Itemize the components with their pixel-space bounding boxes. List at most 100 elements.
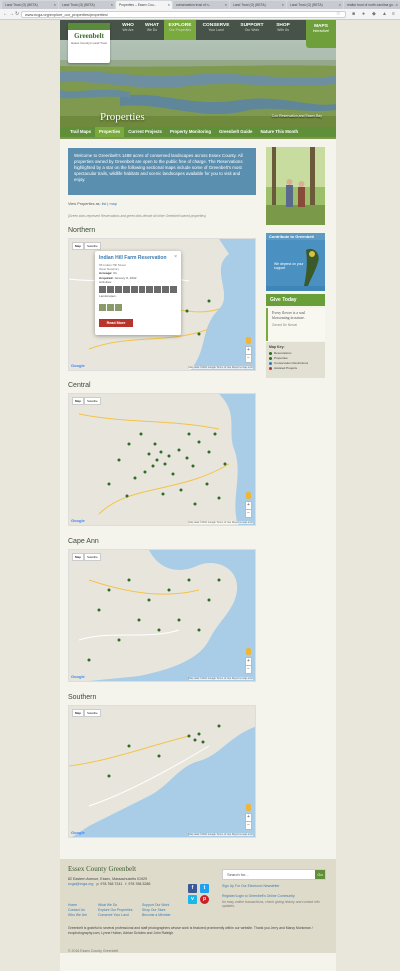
contribute-heading: Contribute to Greenbelt bbox=[266, 233, 325, 240]
view-list-link[interactable]: list bbox=[102, 202, 107, 206]
map-central[interactable]: Map Satellite + − Google Map data ©2016 … bbox=[68, 393, 256, 526]
pegman-icon[interactable] bbox=[246, 492, 251, 499]
zoom-out-button[interactable]: − bbox=[245, 821, 252, 830]
subnav-nature-this-month[interactable]: Nature This Month bbox=[256, 127, 302, 137]
map-attribution: Map data ©2016 Google Terms of Use Repor… bbox=[188, 521, 253, 524]
twitter-icon[interactable]: t bbox=[200, 884, 209, 893]
reservation-star-icon bbox=[269, 352, 272, 355]
browser-tab[interactable]: Land Trust (O) (BETA) × bbox=[59, 1, 115, 9]
close-icon[interactable]: × bbox=[339, 1, 341, 9]
zoom-out-button[interactable]: − bbox=[245, 665, 252, 674]
fax-number: f. 978.768.3286 bbox=[125, 882, 151, 886]
reload-icon[interactable]: ↻ bbox=[15, 11, 19, 17]
close-icon[interactable]: × bbox=[111, 1, 113, 9]
email-link[interactable]: ecga@ecga.org bbox=[68, 882, 93, 886]
map-type-satellite-button[interactable]: Satellite bbox=[84, 242, 101, 250]
close-icon[interactable]: × bbox=[396, 1, 398, 9]
nav-sublabel: Your Land bbox=[208, 28, 224, 32]
footer-org-name: Essex County Greenbelt bbox=[68, 865, 137, 873]
nav-what-we-do[interactable]: WHAT We Do bbox=[140, 23, 164, 33]
give-today-button[interactable]: Give Today bbox=[266, 294, 325, 306]
view-toggle: View Properties as: list | map bbox=[68, 202, 117, 206]
footer-link-member[interactable]: Become a Member bbox=[142, 913, 182, 918]
browser-tab-active[interactable]: Properties – Essex Cou... × bbox=[116, 1, 172, 9]
zoom-out-button[interactable]: − bbox=[245, 509, 252, 518]
footer-link-who-we-are[interactable]: Who We Are bbox=[68, 913, 98, 918]
quote-author: Gerard De Nerval bbox=[272, 323, 297, 328]
read-more-button[interactable]: Read More bbox=[99, 319, 133, 327]
zoom-out-button[interactable]: − bbox=[245, 354, 252, 363]
newsletter-row: Sign Up For Our Electronic Newsletter bbox=[222, 884, 279, 888]
browser-tab[interactable]: Land Trust (O) (BETA) × bbox=[230, 1, 286, 9]
menu-icon[interactable]: ≡ bbox=[392, 11, 395, 17]
logo-bar bbox=[68, 23, 110, 30]
browser-tab[interactable]: realtor trust of north carolina go... × bbox=[344, 1, 400, 9]
search-go-button[interactable]: Go bbox=[315, 870, 325, 879]
pegman-icon[interactable] bbox=[246, 648, 251, 655]
map-canvas[interactable] bbox=[69, 394, 256, 526]
contribute-banner[interactable]: Contribute to Greenbelt We depend on you… bbox=[266, 233, 325, 291]
subnav-current-projects[interactable]: Current Projects bbox=[124, 127, 166, 137]
browser-tab[interactable]: Land Trust (O) (BETA) × bbox=[287, 1, 343, 9]
nav-support[interactable]: SUPPORT Our Work bbox=[236, 23, 268, 33]
map-type-satellite-button[interactable]: Satellite bbox=[84, 709, 101, 717]
map-type-map-button[interactable]: Map bbox=[72, 553, 84, 561]
map-cape-ann[interactable]: Map Satellite + − Google Map data ©2016 … bbox=[68, 549, 256, 682]
map-type-map-button[interactable]: Map bbox=[72, 397, 84, 405]
back-icon[interactable]: ← bbox=[3, 11, 8, 17]
browser-tab[interactable]: Land Trust (O) (BETA) × bbox=[2, 1, 58, 9]
region-heading-southern: Southern bbox=[68, 694, 97, 701]
map-northern[interactable]: Map Satellite + − Google Map data ©2016 … bbox=[68, 238, 256, 371]
browser-tab-bar: Land Trust (O) (BETA) × Land Trust (O) (B… bbox=[0, 0, 400, 9]
newsletter-link[interactable]: Sign Up For Our Electronic Newsletter bbox=[222, 884, 279, 888]
subnav-properties[interactable]: Properties bbox=[95, 127, 125, 137]
close-icon[interactable]: × bbox=[225, 1, 227, 9]
extension-icon[interactable]: ◆ bbox=[372, 11, 376, 17]
url-input[interactable]: www.ecga.org/explore_our_properties/prop… bbox=[21, 11, 346, 18]
forest-icon bbox=[107, 304, 114, 311]
subnav-trail-maps[interactable]: Trail Maps bbox=[66, 127, 95, 137]
footer-link-conserve[interactable]: Conserve Your Land bbox=[98, 913, 142, 918]
site-logo[interactable]: Greenbelt Essex County's Land Trust bbox=[68, 23, 110, 63]
map-type-map-button[interactable]: Map bbox=[72, 242, 84, 250]
map-canvas[interactable] bbox=[69, 706, 256, 838]
map-southern[interactable]: Map Satellite + − Google Map data ©2016 … bbox=[68, 705, 256, 838]
nav-sublabel: Our Work bbox=[244, 28, 260, 32]
nav-conserve[interactable]: CONSERVE Your Land bbox=[198, 23, 234, 33]
map-key-label: Assisted Projects bbox=[274, 366, 298, 370]
browser-tab[interactable]: conservation trust of n... × bbox=[173, 1, 229, 9]
info-title[interactable]: Indian Hill Farm Reservation bbox=[99, 255, 177, 261]
extension-icon[interactable]: ▲ bbox=[382, 11, 387, 17]
nav-shop[interactable]: SHOP With Us bbox=[270, 23, 296, 33]
google-logo: Google bbox=[71, 518, 85, 523]
nav-who-we-are[interactable]: WHO We Are bbox=[116, 23, 140, 33]
tab-label: Properties – Essex Cou... bbox=[119, 3, 157, 7]
pegman-icon[interactable] bbox=[246, 337, 251, 344]
subnav-property-monitoring[interactable]: Property Monitoring bbox=[166, 127, 215, 137]
register-link[interactable]: Register/Login to Greenbelt's Online Com… bbox=[222, 894, 295, 898]
extension-icon[interactable]: ● bbox=[362, 11, 365, 17]
close-icon[interactable]: × bbox=[174, 254, 177, 260]
tab-label: Land Trust (O) (BETA) bbox=[290, 3, 323, 7]
close-icon[interactable]: × bbox=[168, 1, 170, 9]
pinterest-icon[interactable]: p bbox=[200, 895, 209, 904]
facebook-icon[interactable]: f bbox=[188, 884, 197, 893]
region-heading-cape-ann: Cape Ann bbox=[68, 538, 99, 545]
view-map-link[interactable]: map bbox=[109, 202, 116, 206]
map-type-satellite-button[interactable]: Satellite bbox=[84, 397, 101, 405]
search-input[interactable]: Search for... bbox=[227, 872, 249, 877]
close-icon[interactable]: × bbox=[282, 1, 284, 9]
nav-maps[interactable]: MAPS Interactive! bbox=[306, 20, 336, 48]
map-canvas[interactable] bbox=[69, 550, 256, 682]
map-type-map-button[interactable]: Map bbox=[72, 709, 84, 717]
nav-explore[interactable]: EXPLORE Our Properties bbox=[164, 20, 196, 40]
extension-icon[interactable]: ■ bbox=[352, 11, 355, 17]
forward-icon[interactable]: → bbox=[9, 11, 14, 17]
bookmark-star-icon[interactable]: ☆ bbox=[336, 11, 340, 17]
map-type-satellite-button[interactable]: Satellite bbox=[84, 553, 101, 561]
vimeo-icon[interactable]: v bbox=[188, 895, 197, 904]
pegman-icon[interactable] bbox=[246, 804, 251, 811]
subnav-greenbelt-guide[interactable]: Greenbelt Guide bbox=[215, 127, 256, 137]
map-type-control: Map Satellite bbox=[72, 553, 101, 561]
close-icon[interactable]: × bbox=[54, 1, 56, 9]
